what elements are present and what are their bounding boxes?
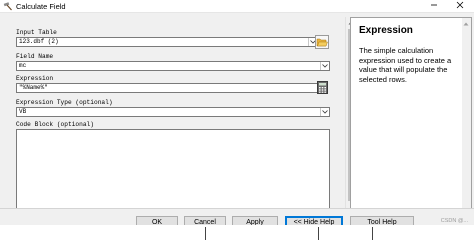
field-name-dropdown[interactable]: mc (16, 61, 330, 71)
code-block-textarea[interactable] (16, 129, 330, 209)
title-bar: Calculate Field (0, 0, 474, 13)
help-scrollbar[interactable] (462, 18, 471, 220)
expression-type-dropdown[interactable]: VB (16, 107, 330, 117)
dialog-body: Input Table 123.dbf (2) Field Name mc Ex… (0, 13, 474, 240)
expression-type-value: VB (19, 108, 27, 115)
chevron-down-icon[interactable] (320, 108, 329, 116)
background-divider (372, 227, 373, 240)
hammer-icon (3, 2, 13, 11)
expression-value: "%Name%" (19, 84, 48, 91)
window-title: Calculate Field (16, 2, 66, 11)
background-divider (318, 227, 319, 240)
scroll-up-icon[interactable] (463, 21, 469, 27)
input-table-value: 123.dbf (2) (19, 38, 59, 45)
close-icon[interactable] (450, 0, 470, 13)
field-name-value: mc (19, 62, 27, 69)
chevron-down-icon[interactable] (320, 62, 329, 70)
watermark-text: CSDN @... (440, 218, 468, 224)
expression-label: Expression (16, 75, 54, 82)
calculator-icon[interactable] (317, 81, 331, 95)
help-title: Expression (359, 25, 413, 36)
minimize-icon[interactable] (424, 0, 444, 13)
browse-folder-icon[interactable] (315, 35, 329, 49)
input-table-label: Input Table (16, 29, 57, 36)
background-divider (205, 227, 206, 240)
background-window (0, 225, 474, 240)
input-table-dropdown[interactable]: 123.dbf (2) (16, 37, 318, 47)
expression-input[interactable]: "%Name%" (16, 83, 318, 93)
help-panel: Expression The simple calculation expres… (350, 17, 472, 221)
field-name-label: Field Name (16, 53, 54, 60)
help-description: The simple calculation expression used t… (359, 46, 452, 84)
expression-type-label: Expression Type (optional) (16, 99, 113, 106)
parameters-panel: Input Table 123.dbf (2) Field Name mc Ex… (10, 17, 355, 221)
code-block-label: Code Block (optional) (16, 121, 94, 128)
